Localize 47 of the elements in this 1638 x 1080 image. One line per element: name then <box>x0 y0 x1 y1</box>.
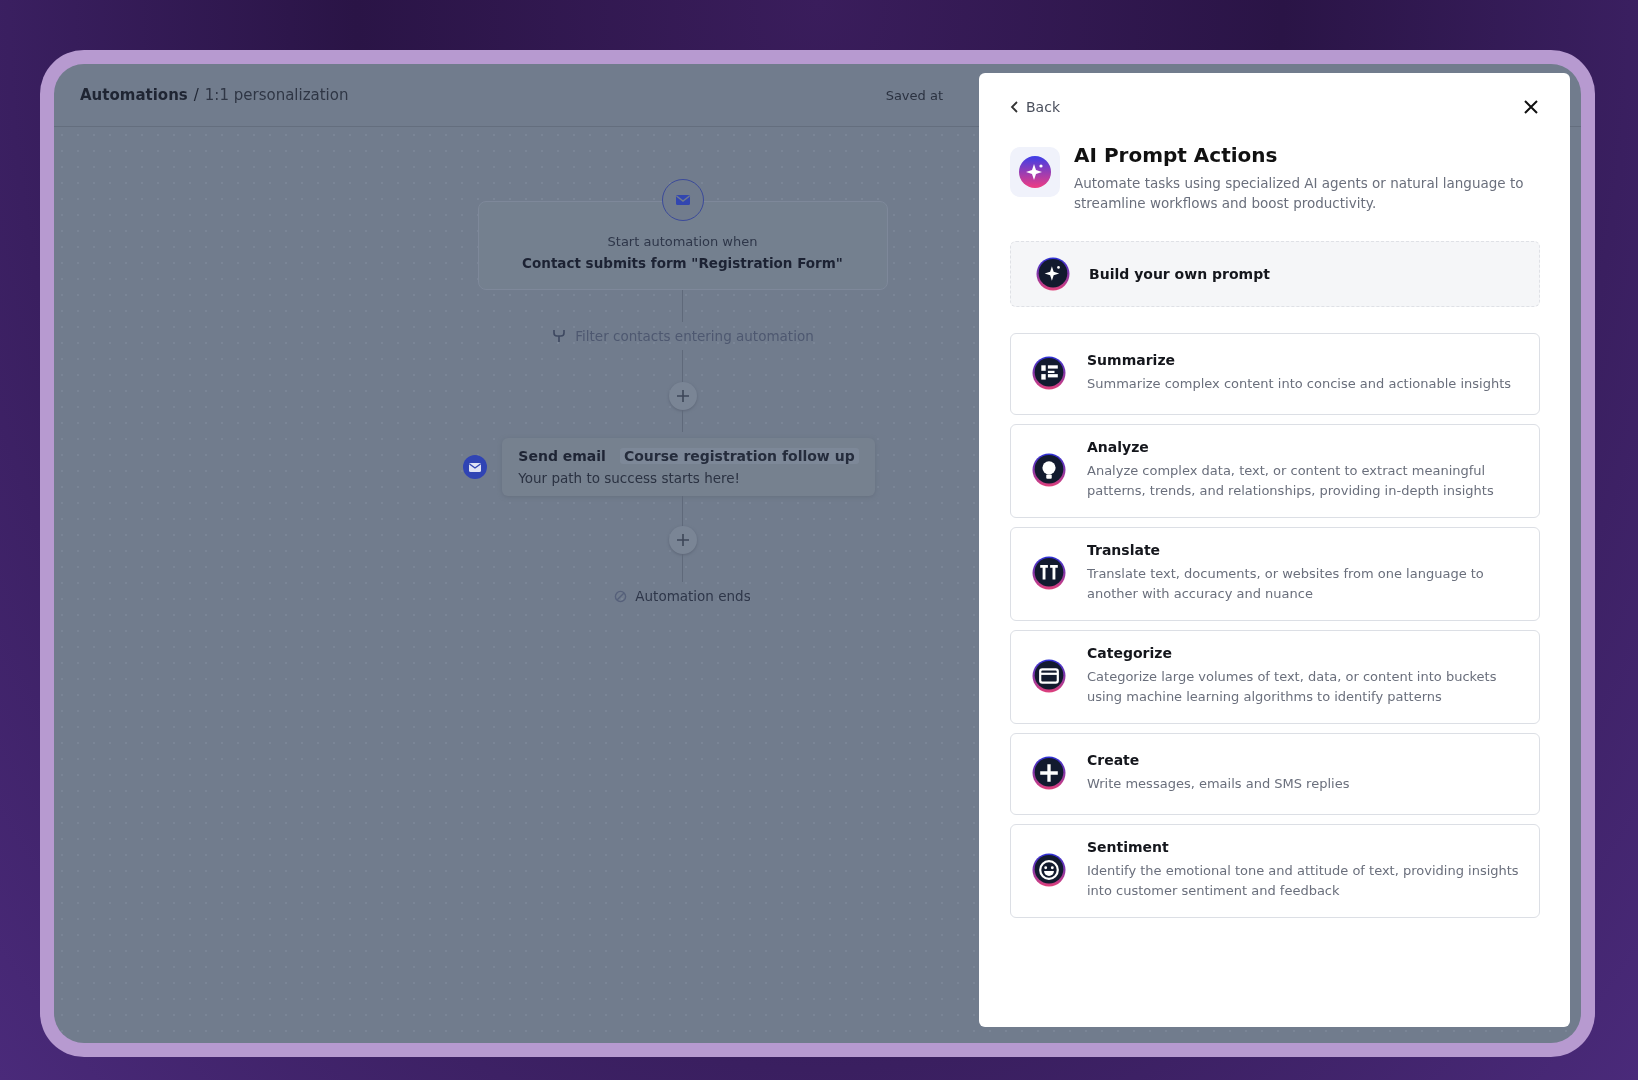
close-icon <box>1524 100 1538 114</box>
send-email-step[interactable]: Send email Course registration follow up Your path to success starts here! <box>502 438 875 496</box>
save-status: Saved at <box>885 87 943 103</box>
stop-icon <box>614 589 628 603</box>
breadcrumb-separator: / <box>193 86 199 104</box>
panel-title: AI Prompt Actions <box>1074 143 1279 167</box>
action-title: Sentiment <box>1087 839 1170 855</box>
action-title: Translate <box>1087 542 1162 558</box>
action-title: Analyze <box>1087 439 1150 455</box>
action-description: Identify the emotional tone and attitude of text, providing insights into customer sentiment and feedback <box>1087 862 1520 900</box>
close-button[interactable] <box>1522 98 1540 116</box>
email-node-icon <box>462 454 489 480</box>
add-step-button[interactable] <box>668 526 697 554</box>
build-prompt-option[interactable]: Build your own prompt <box>1010 241 1540 307</box>
trigger-card[interactable]: Start automation when Contact submits form "Registration Form" <box>477 201 888 290</box>
chevron-left-icon <box>1010 101 1020 113</box>
panel-description: Automate tasks using specialized AI agents or natural language to streamline workflows and boost productivity. <box>1074 174 1525 213</box>
end-label: Automation ends <box>635 588 751 604</box>
action-title: Create <box>1087 752 1141 768</box>
action-description: Analyze complex data, text, or content to extract meaningful patterns, trends, and relationships, providing in-depth insights <box>1087 462 1495 500</box>
action-card[interactable]: Analyze Analyze complex data, text, or content to extract meaningful patterns, trends, and relationships, providing in-depth insights <box>1010 424 1540 518</box>
action-title: Categorize <box>1087 645 1173 661</box>
email-subject: Your path to success starts here! <box>518 470 741 486</box>
back-button[interactable]: Back <box>1010 95 1060 119</box>
sparkle-icon <box>1010 147 1060 197</box>
action-description: Summarize complex content into concise and actionable insights <box>1087 375 1512 393</box>
filter-branch-icon <box>551 328 568 344</box>
breadcrumb-current: 1:1 personalization <box>204 86 349 104</box>
step-title: Send email <box>518 448 606 464</box>
option-title: Build your own prompt <box>1089 266 1270 282</box>
action-card[interactable]: Create Write messages, emails and SMS replies <box>1010 733 1540 815</box>
trigger-node[interactable] <box>661 179 704 221</box>
action-description: Categorize large volumes of text, data, or content into buckets using machine learning algorithms to identify patterns <box>1087 668 1498 706</box>
action-title: Summarize <box>1087 352 1177 368</box>
breadcrumb-link[interactable]: Automations <box>80 86 188 104</box>
action-card[interactable]: Sentiment Identify the emotional tone and attitude of text, providing insights into customer sentiment and feedback <box>1010 824 1540 918</box>
action-card[interactable]: Translate Translate text, documents, or websites from one language to another with accuracy and nuance <box>1010 527 1540 621</box>
trigger-value: Contact submits form "Registration Form" <box>521 255 844 271</box>
plus-icon <box>675 389 690 403</box>
trigger-label: Start automation when <box>606 234 759 249</box>
add-step-button[interactable] <box>668 382 697 410</box>
action-description: Translate text, documents, or websites from one language to another with accuracy and nuance <box>1087 565 1485 603</box>
action-card[interactable]: Categorize Categorize large volumes of text, data, or content into buckets using machine learning algorithms to identify patterns <box>1010 630 1540 724</box>
email-name-tag: Course registration follow up <box>619 448 859 464</box>
action-card[interactable]: Summarize Summarize complex content into concise and actionable insights <box>1010 333 1540 415</box>
action-description: Write messages, emails and SMS replies <box>1087 775 1350 793</box>
plus-icon <box>675 533 690 547</box>
